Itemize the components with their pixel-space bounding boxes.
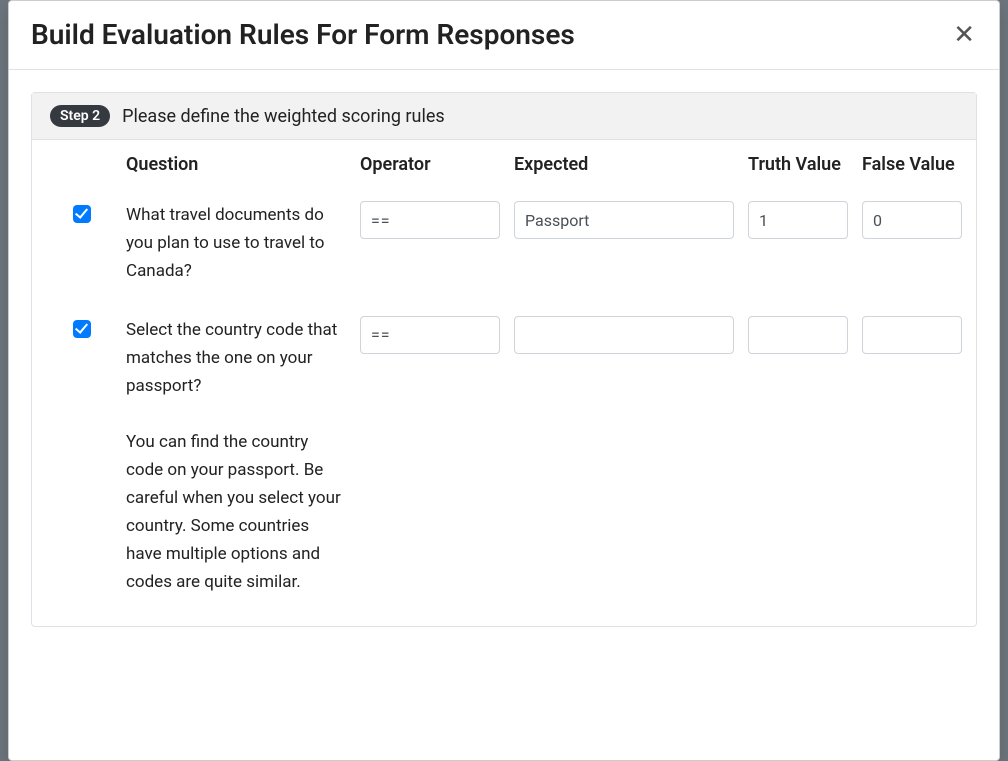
operator-input[interactable] — [360, 316, 500, 354]
panel-instruction: Please define the weighted scoring rules — [122, 106, 445, 127]
question-text: Select the country code that matches the… — [126, 316, 346, 400]
operator-cell — [360, 189, 500, 239]
col-header-question: Question — [126, 154, 346, 189]
question-text: What travel documents do you plan to use… — [126, 201, 346, 285]
truth-cell — [748, 286, 848, 354]
false-cell — [862, 286, 962, 354]
rules-table: Question Operator Expected Truth Value F… — [52, 154, 956, 596]
panel-header: Step 2 Please define the weighted scorin… — [32, 93, 976, 140]
question-cell: Select the country code that matches the… — [126, 286, 346, 596]
col-header-operator: Operator — [360, 154, 500, 189]
truth-value-input[interactable] — [748, 316, 848, 354]
truth-value-input[interactable] — [748, 201, 848, 239]
modal-dialog: Build Evaluation Rules For Form Response… — [8, 0, 1000, 761]
expected-input[interactable] — [514, 201, 734, 239]
truth-cell — [748, 189, 848, 239]
step-panel: Step 2 Please define the weighted scorin… — [31, 92, 977, 627]
modal-body: Step 2 Please define the weighted scorin… — [9, 70, 999, 649]
expected-input[interactable] — [514, 316, 734, 354]
false-cell — [862, 189, 962, 239]
col-header-truth: Truth Value — [748, 154, 848, 189]
close-button[interactable]: ✕ — [951, 17, 977, 51]
operator-cell — [360, 286, 500, 354]
expected-cell — [514, 189, 734, 239]
panel-body: Question Operator Expected Truth Value F… — [32, 140, 976, 626]
modal-title: Build Evaluation Rules For Form Response… — [31, 17, 575, 53]
operator-input[interactable] — [360, 201, 500, 239]
question-cell: What travel documents do you plan to use… — [126, 189, 346, 285]
col-header-expected: Expected — [514, 154, 734, 189]
false-value-input[interactable] — [862, 316, 962, 354]
question-help-text: You can find the country code on your pa… — [126, 428, 346, 596]
col-header-false: False Value — [862, 154, 962, 189]
false-value-input[interactable] — [862, 201, 962, 239]
col-header-check — [52, 154, 112, 168]
row-enable-checkbox[interactable] — [73, 205, 91, 223]
close-icon: ✕ — [953, 19, 975, 49]
modal-header: Build Evaluation Rules For Form Response… — [9, 1, 999, 70]
step-pill: Step 2 — [50, 105, 110, 127]
table-row — [52, 189, 112, 223]
table-row — [52, 286, 112, 338]
expected-cell — [514, 286, 734, 354]
row-enable-checkbox[interactable] — [73, 320, 91, 338]
